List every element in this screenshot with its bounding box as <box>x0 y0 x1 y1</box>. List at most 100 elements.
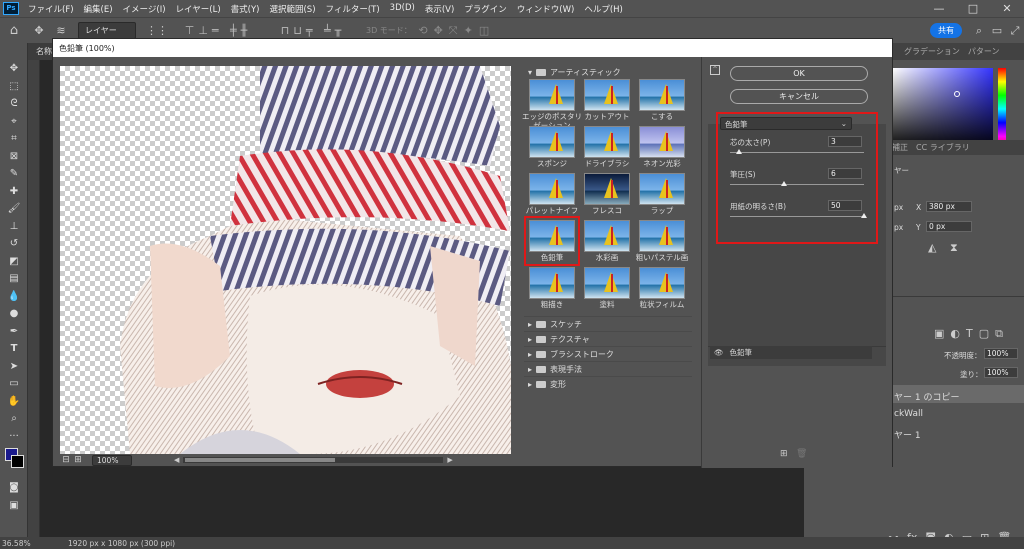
filter-category[interactable]: ▸ 変形 <box>524 376 692 391</box>
layer-row[interactable]: ヤー 1 のコピー <box>888 385 1024 403</box>
pen-tool-icon[interactable]: ✒ <box>0 323 28 341</box>
share-button[interactable]: 共有 <box>930 23 962 38</box>
filter-thumbnail[interactable] <box>584 220 630 252</box>
expand-icon[interactable]: ⤢ <box>1006 24 1024 38</box>
align-icons[interactable]: ⊤⊥═ ╪╫ <box>168 24 268 37</box>
filter-thumbnail[interactable] <box>584 79 630 111</box>
opacity-field[interactable]: 100% <box>984 348 1018 359</box>
effect-layer-row[interactable]: 👁 色鉛筆 <box>710 346 872 359</box>
menu-item[interactable]: イメージ(I) <box>118 3 171 15</box>
filter-thumbnail[interactable] <box>639 126 685 158</box>
eye-icon[interactable]: 👁 <box>714 348 724 357</box>
workspace-icon[interactable]: ▭ <box>988 24 1006 37</box>
eyedropper-tool-icon[interactable]: ✎ <box>0 165 28 183</box>
cancel-button[interactable]: キャンセル <box>730 89 868 104</box>
filter-thumbnail[interactable] <box>529 126 575 158</box>
tab-cc-libraries[interactable]: CC ライブラリ <box>912 142 974 153</box>
filter-preview[interactable] <box>60 66 511 454</box>
delete-effect-layer-icon[interactable]: 🗑 <box>796 449 807 459</box>
width-value[interactable]: px <box>894 203 903 212</box>
rectangle-tool-icon[interactable]: ▭ <box>0 375 28 393</box>
filter-thumbnail[interactable] <box>639 173 685 205</box>
maximize-button[interactable]: □ <box>956 2 990 15</box>
filter-category[interactable]: ▸ ブラシストローク <box>524 346 692 361</box>
layer-row[interactable]: ヤー 1 <box>888 423 1024 441</box>
search-icon[interactable]: ⌕ <box>970 24 988 38</box>
home-icon[interactable]: ⌂ <box>0 23 28 38</box>
preview-horizontal-scrollbar[interactable] <box>183 457 444 463</box>
filter-thumbnail[interactable] <box>584 173 630 205</box>
filter-thumbnail[interactable] <box>529 79 575 111</box>
menu-item[interactable]: フィルター(T) <box>321 3 385 15</box>
collapse-gallery-icon[interactable]: ^ <box>710 65 720 75</box>
menu-item[interactable]: ファイル(F) <box>23 3 79 15</box>
filter-thumbnail[interactable] <box>529 267 575 299</box>
flip-vertical-icon[interactable]: ⧗ <box>950 241 958 255</box>
document-info[interactable]: 1920 px x 1080 px (300 ppi) <box>36 539 175 548</box>
image-filter-icon[interactable]: ▣ <box>934 327 944 341</box>
screen-mode-icon[interactable]: ▣ <box>0 497 28 515</box>
path-select-tool-icon[interactable]: ➤ <box>0 358 28 376</box>
filter-category[interactable]: ▸ 表現手法 <box>524 361 692 376</box>
tab-gradient[interactable]: グラデーション <box>900 46 964 57</box>
height-value[interactable]: px <box>894 223 903 232</box>
fill-field[interactable]: 100% <box>984 367 1018 378</box>
eraser-tool-icon[interactable]: ◩ <box>0 253 28 271</box>
artboard-tool-icon[interactable]: ⬚ <box>0 78 28 96</box>
new-effect-layer-icon[interactable]: ⊞ <box>780 449 788 459</box>
crop-tool-icon[interactable]: ⌗ <box>0 130 28 148</box>
filter-thumbnail[interactable] <box>529 173 575 205</box>
filter-category[interactable]: ▸ スケッチ <box>524 316 692 331</box>
filter-thumbnail[interactable] <box>584 126 630 158</box>
scroll-right-arrow[interactable]: ▶ <box>447 456 452 464</box>
layer-row[interactable]: ckWall <box>888 404 1024 422</box>
gradient-tool-icon[interactable]: ▤ <box>0 270 28 288</box>
smart-object-filter-icon[interactable]: ⧉ <box>995 327 1003 341</box>
minimize-button[interactable]: — <box>922 2 956 15</box>
filter-thumbnail[interactable] <box>639 79 685 111</box>
more-tools-icon[interactable]: ··· <box>0 428 28 446</box>
zoom-out-icon[interactable]: ⊟ <box>60 455 72 465</box>
tab-pattern[interactable]: パターン <box>964 46 1004 57</box>
filter-thumbnail[interactable] <box>639 220 685 252</box>
zoom-level[interactable]: 36.58% <box>0 539 36 548</box>
zoom-tool-icon[interactable]: ⌕ <box>0 410 28 428</box>
3d-mode-icons[interactable]: ⟲✥⤧✦◫ <box>412 24 502 38</box>
filter-category[interactable]: ▸ テクスチャ <box>524 331 692 346</box>
menu-item[interactable]: 選択範囲(S) <box>264 3 320 15</box>
y-field[interactable]: 0 px <box>926 221 972 232</box>
lasso-tool-icon[interactable]: ᘓ <box>0 95 28 113</box>
dodge-tool-icon[interactable]: ● <box>0 305 28 323</box>
category-artistic[interactable]: ▾ アーティスティック <box>524 66 692 79</box>
menu-item[interactable]: レイヤー(L) <box>171 3 226 15</box>
color-picker-field[interactable] <box>893 68 993 150</box>
menu-item[interactable]: 3D(D) <box>385 3 420 15</box>
menu-item[interactable]: ヘルプ(H) <box>579 3 628 15</box>
type-filter-icon[interactable]: T <box>966 327 973 341</box>
flip-horizontal-icon[interactable]: ◭ <box>928 241 936 254</box>
hand-tool-icon[interactable]: ✋ <box>0 393 28 411</box>
type-tool-icon[interactable]: T <box>0 340 28 358</box>
move-tool-icon[interactable]: ✥ <box>28 24 50 37</box>
distribute-icons[interactable]: ⊓⊔╤ ╧╥ <box>268 24 358 37</box>
menu-item[interactable]: 書式(Y) <box>226 3 265 15</box>
history-brush-icon[interactable]: ↺ <box>0 235 28 253</box>
preview-zoom-select[interactable]: 100% <box>92 454 132 466</box>
hue-slider[interactable] <box>998 68 1006 150</box>
layer-stack-icon[interactable]: ≋ <box>50 24 72 37</box>
scroll-left-arrow[interactable]: ◀ <box>174 456 179 464</box>
x-field[interactable]: 380 px <box>926 201 972 212</box>
menu-item[interactable]: 編集(E) <box>79 3 118 15</box>
quick-select-tool-icon[interactable]: ⌖ <box>0 113 28 131</box>
stamp-tool-icon[interactable]: ⊥ <box>0 218 28 236</box>
close-window-button[interactable]: ✕ <box>990 2 1024 15</box>
zoom-in-icon[interactable]: ⊞ <box>72 455 84 465</box>
filter-thumbnail[interactable] <box>639 267 685 299</box>
filter-thumbnail[interactable] <box>584 267 630 299</box>
adjustment-filter-icon[interactable]: ◐ <box>950 327 960 341</box>
menu-item[interactable]: ウィンドウ(W) <box>512 3 580 15</box>
menu-item[interactable]: 表示(V) <box>420 3 459 15</box>
menu-item[interactable]: プラグイン <box>459 3 512 15</box>
healing-tool-icon[interactable]: ✚ <box>0 183 28 201</box>
frame-tool-icon[interactable]: ⊠ <box>0 148 28 166</box>
